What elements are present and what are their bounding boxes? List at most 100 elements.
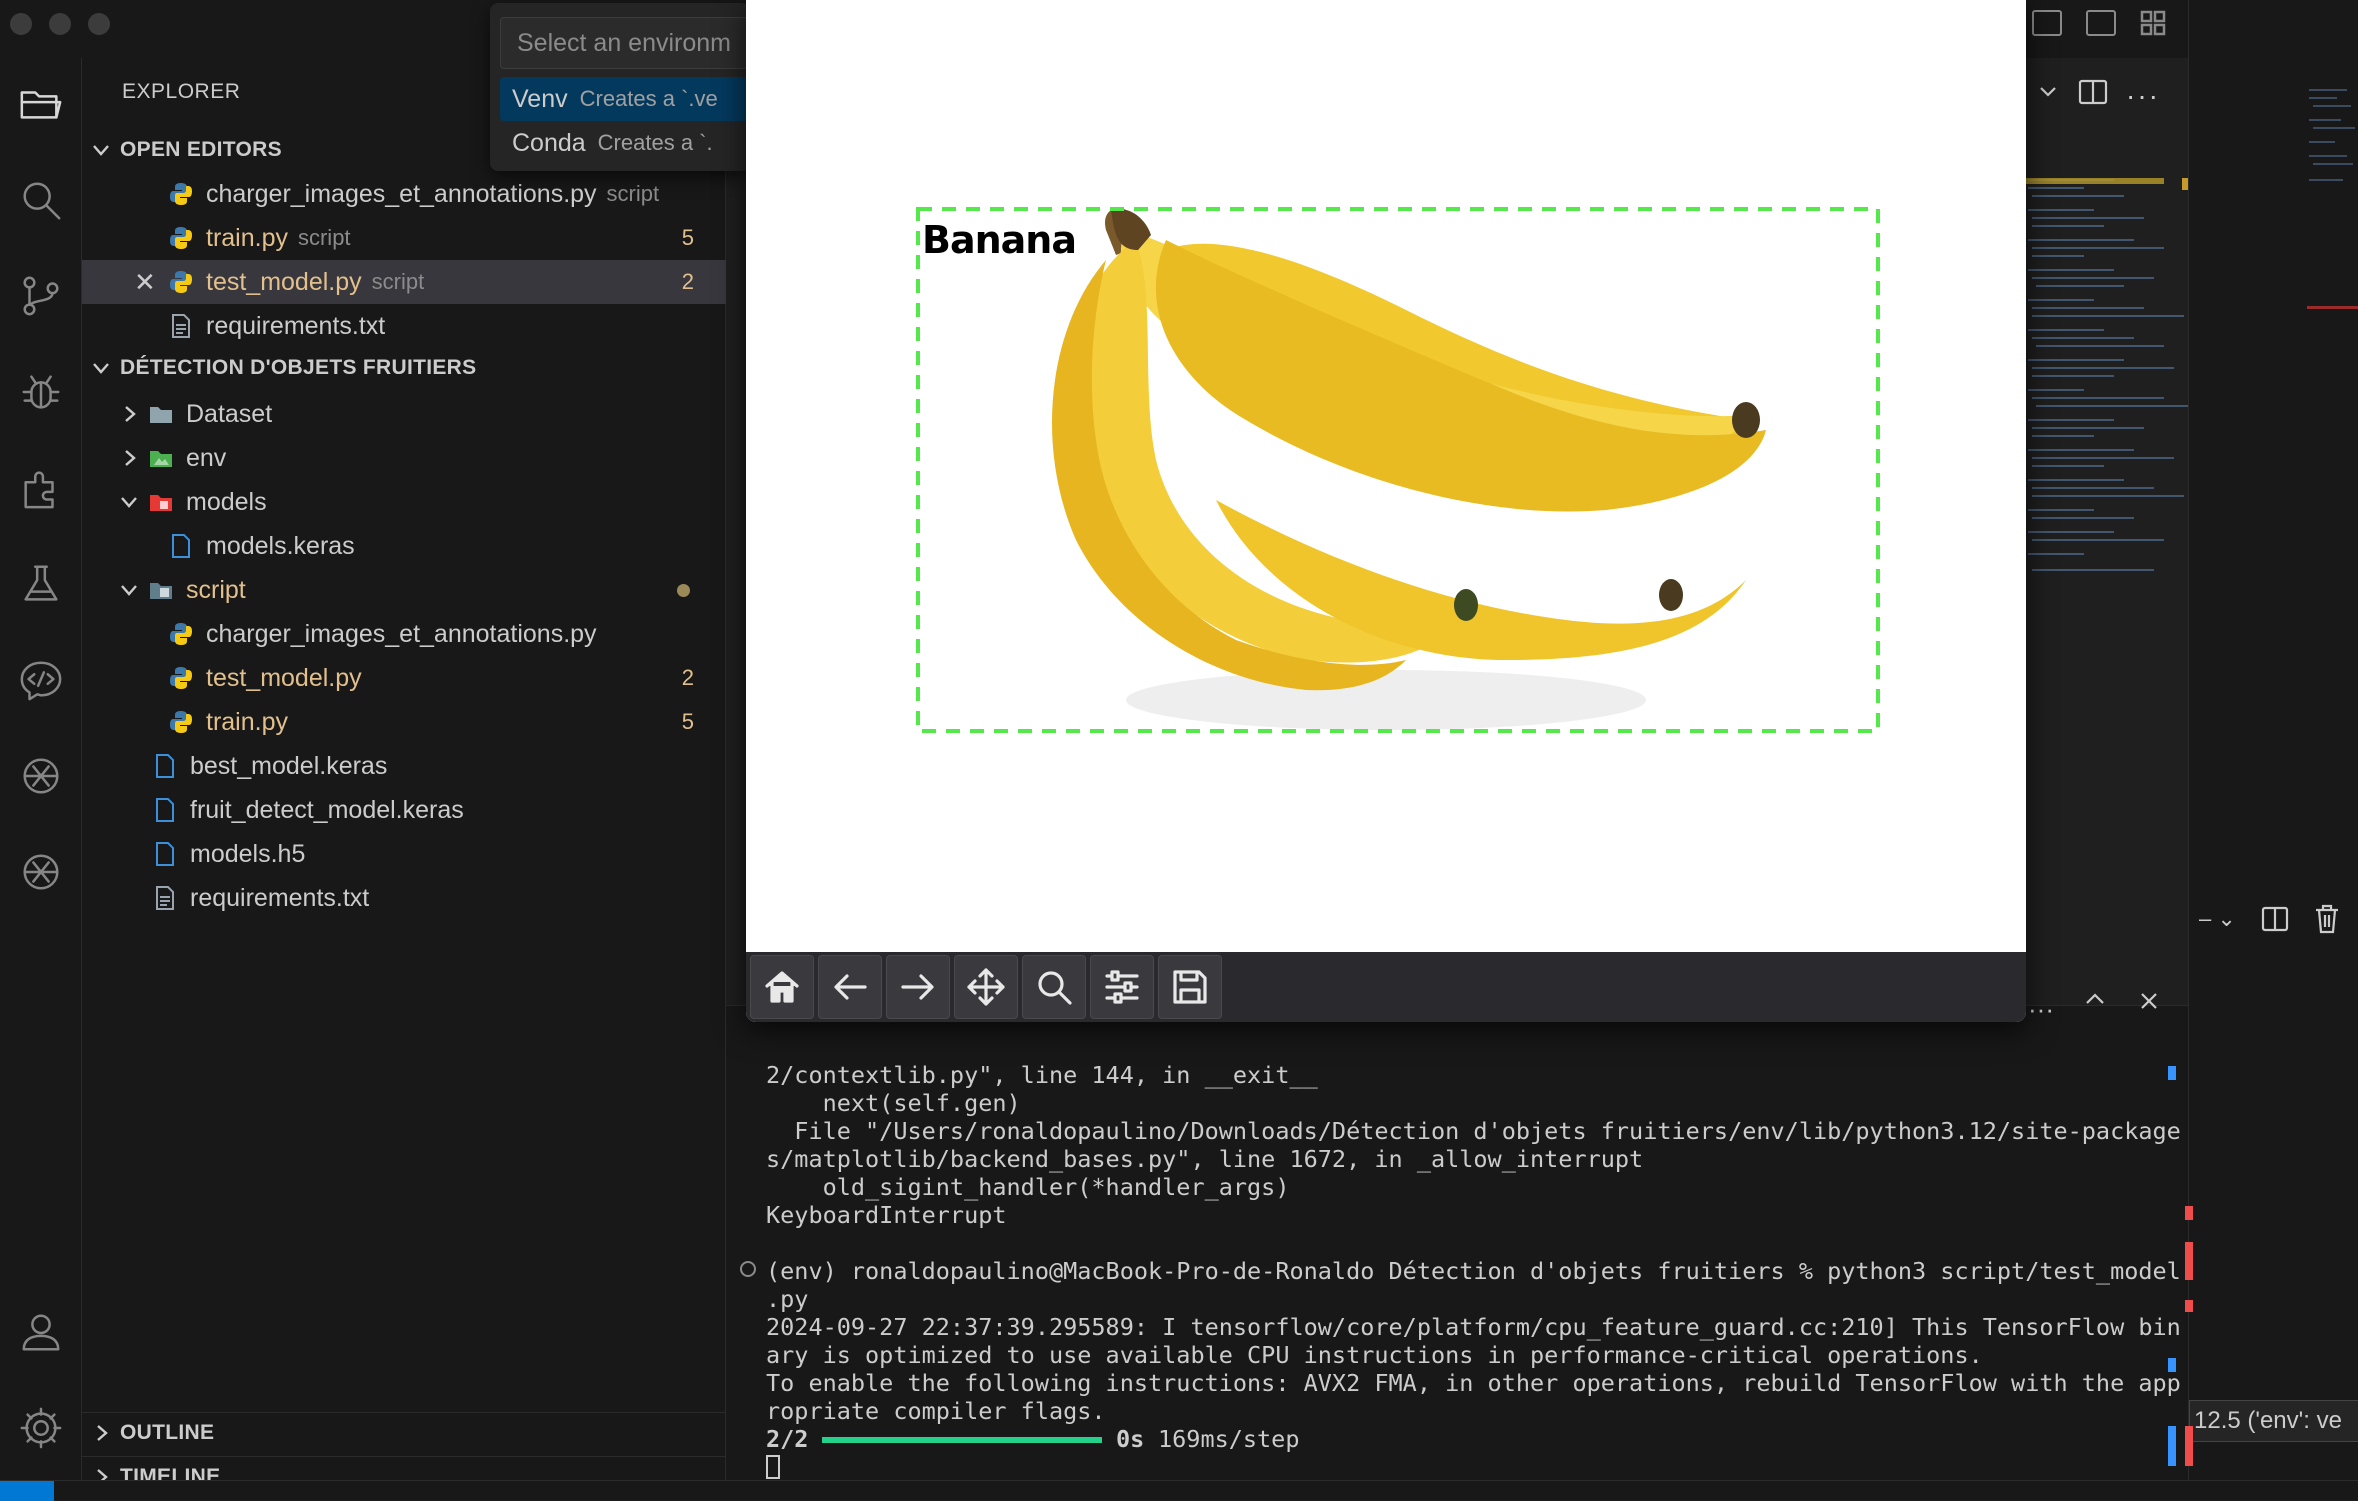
chatgpt-icon[interactable] xyxy=(17,752,65,800)
split-terminal-icon[interactable] xyxy=(2261,906,2289,932)
open-editor-item[interactable]: train.py script 5 xyxy=(82,216,726,260)
env-folder-icon xyxy=(148,445,174,471)
open-editor-item[interactable]: charger_images_et_annotations.py script xyxy=(82,172,726,216)
open-editor-name: train.py xyxy=(206,223,288,252)
command-decoration-icon[interactable] xyxy=(740,1261,756,1277)
tree-file[interactable]: best_model.keras xyxy=(82,744,726,788)
file-icon xyxy=(152,753,178,779)
environment-quick-pick[interactable]: Select an environm Venv Creates a `.ve C… xyxy=(490,3,750,171)
dropdown-icon[interactable]: – ⌄ xyxy=(2199,906,2236,932)
tree-file[interactable]: test_model.py 2 xyxy=(82,656,726,700)
zoom-magnifier-icon[interactable] xyxy=(1022,955,1086,1019)
forward-arrow-icon[interactable] xyxy=(886,955,950,1019)
banana-image xyxy=(1052,208,1766,730)
trash-icon[interactable] xyxy=(2313,904,2341,934)
matplotlib-figure-window[interactable]: Banana xyxy=(746,0,2026,1022)
problems-badge: 2 xyxy=(681,269,694,294)
split-editor-icon[interactable] xyxy=(2078,78,2108,106)
pan-move-icon[interactable] xyxy=(954,955,1018,1019)
activity-bar xyxy=(0,58,82,1490)
tree-item-label: requirements.txt xyxy=(190,883,370,912)
tree-file[interactable]: train.py 5 xyxy=(82,700,726,744)
toggle-secondary-sidebar-icon[interactable] xyxy=(2086,10,2116,36)
interpreter-tooltip: 12.5 ('env': ve xyxy=(2189,1400,2358,1442)
problems-badge: 5 xyxy=(681,709,694,734)
terminal-line: (env) ronaldopaulino@MacBook-Pro-de-Rona… xyxy=(766,1257,2181,1285)
tree-file[interactable]: requirements.txt xyxy=(82,876,726,920)
progress-count: 2/2 xyxy=(766,1425,809,1453)
open-editor-item-active[interactable]: ✕ test_model.py script 2 xyxy=(82,260,726,304)
explorer-icon[interactable] xyxy=(17,80,65,128)
secondary-sidebar: – ⌄ 12.5 ('env': ve xyxy=(2188,0,2358,1500)
tree-item-label: Dataset xyxy=(186,399,273,428)
tree-folder-models[interactable]: models xyxy=(82,480,726,524)
source-control-icon[interactable] xyxy=(17,272,65,320)
tree-folder-script[interactable]: script xyxy=(82,568,726,612)
remote-explorer-icon[interactable] xyxy=(17,656,65,704)
progress-time: 0s xyxy=(1116,1425,1145,1453)
python-file-icon xyxy=(168,709,194,735)
extensions-icon[interactable] xyxy=(17,464,65,512)
file-icon xyxy=(168,533,194,559)
terminal-line: To enable the following instructions: AV… xyxy=(766,1369,2181,1397)
window-zoom-button[interactable] xyxy=(88,13,110,35)
chevron-right-icon xyxy=(118,403,140,425)
tree-folder-env[interactable]: env xyxy=(82,436,726,480)
open-editor-folder: script xyxy=(297,225,351,250)
tree-item-label: test_model.py xyxy=(206,663,362,692)
more-actions-icon[interactable]: ··· xyxy=(2126,80,2160,112)
problems-badge: 2 xyxy=(681,665,694,690)
tree-file[interactable]: charger_images_et_annotations.py xyxy=(82,612,726,656)
window-close-button[interactable] xyxy=(10,13,32,35)
back-arrow-icon[interactable] xyxy=(818,955,882,1019)
quick-pick-item-conda[interactable]: Conda Creates a `. xyxy=(500,121,750,165)
open-editor-name: test_model.py xyxy=(206,267,362,296)
customize-layout-icon[interactable] xyxy=(2140,10,2166,36)
quick-pick-item-label: Conda xyxy=(512,128,586,157)
more-actions-icon[interactable]: ··· xyxy=(2028,994,2054,1025)
text-file-icon xyxy=(168,313,194,339)
configure-subplots-icon[interactable] xyxy=(1090,955,1154,1019)
terminal-line: ary is optimized to use available CPU in… xyxy=(766,1341,1983,1369)
figure-canvas[interactable] xyxy=(746,0,2026,952)
chatgpt-secondary-icon[interactable] xyxy=(17,848,65,896)
close-panel-icon[interactable] xyxy=(2138,990,2160,1012)
tree-file[interactable]: fruit_detect_model.keras xyxy=(82,788,726,832)
search-icon[interactable] xyxy=(17,176,65,224)
save-floppy-icon[interactable] xyxy=(1158,955,1222,1019)
chevron-down-icon xyxy=(90,357,112,379)
matplotlib-toolbar xyxy=(746,952,2026,1022)
chevron-down-icon[interactable] xyxy=(2038,84,2058,100)
minimap[interactable] xyxy=(2024,170,2214,630)
scrollbar-marker xyxy=(2185,1206,2193,1220)
chevron-down-icon xyxy=(90,139,112,161)
home-icon[interactable] xyxy=(750,955,814,1019)
scrollbar-marker xyxy=(2168,1358,2176,1372)
terminal-panel[interactable]: ··· 2/contextlib.py", line 144, in __exi… xyxy=(726,993,2193,1490)
remote-indicator[interactable] xyxy=(0,1481,54,1501)
window-minimize-button[interactable] xyxy=(49,13,71,35)
quick-pick-input[interactable]: Select an environm xyxy=(500,17,750,69)
accounts-icon[interactable] xyxy=(17,1308,65,1356)
testing-icon[interactable] xyxy=(17,560,65,608)
manage-gear-icon[interactable] xyxy=(17,1404,65,1452)
run-debug-icon[interactable] xyxy=(17,368,65,416)
quick-pick-item-venv[interactable]: Venv Creates a `.ve xyxy=(500,77,750,121)
terminal-line: KeyboardInterrupt xyxy=(766,1201,1007,1229)
workspace-header[interactable]: DÉTECTION D'OBJETS FRUITIERS xyxy=(82,348,726,388)
editor-tab[interactable] xyxy=(2189,0,2358,40)
progress-step: 169ms/step xyxy=(1158,1425,1300,1453)
terminal-line: old_sigint_handler(*handler_args) xyxy=(766,1173,1290,1201)
tree-item-label: best_model.keras xyxy=(190,751,388,780)
maximize-panel-icon[interactable] xyxy=(2084,990,2106,1008)
quick-pick-item-desc: Creates a `. xyxy=(597,130,713,155)
secondary-minimap xyxy=(2309,89,2355,181)
scrollbar-marker xyxy=(2185,1242,2193,1280)
tree-file[interactable]: models.h5 xyxy=(82,832,726,876)
open-editor-item[interactable]: requirements.txt xyxy=(82,304,726,348)
outline-header[interactable]: OUTLINE xyxy=(82,1412,726,1452)
tree-folder-dataset[interactable]: Dataset xyxy=(82,392,726,436)
tree-file[interactable]: models.keras xyxy=(82,524,726,568)
toggle-panel-icon[interactable] xyxy=(2032,10,2062,36)
close-editor-icon[interactable]: ✕ xyxy=(134,267,156,298)
